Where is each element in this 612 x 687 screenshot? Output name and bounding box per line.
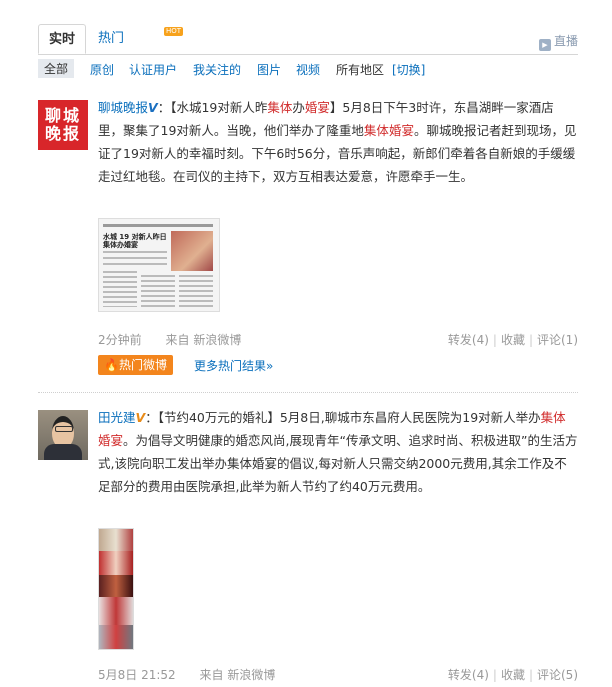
image-headline: 水城 19 对新人昨日集体办婚宴	[103, 233, 167, 249]
verified-icon: V	[135, 410, 146, 425]
post-meta: 5月8日 21:52 来自 新浪微博 转发(4) | 收藏 | 评论(5)	[98, 666, 578, 683]
filter-bar: 全部 原创 认证用户 我关注的 图片 视频 所有地区 [切换]	[38, 58, 578, 80]
favorite-button[interactable]: 收藏	[501, 668, 525, 682]
feed-tabs: 实时 热门 HOT ▶ 直播	[38, 24, 578, 55]
keyword-highlight: 集体	[363, 123, 389, 138]
filter-verified[interactable]: 认证用户	[129, 61, 177, 78]
username-link[interactable]: 聊城晚报	[98, 100, 148, 115]
forward-button[interactable]: 转发(4)	[448, 668, 489, 682]
comment-button[interactable]: 评论(5)	[537, 668, 578, 682]
post-text-part: ：【水城19对新人昨	[157, 100, 268, 115]
source-link[interactable]: 新浪微博	[193, 333, 241, 347]
hot-weibo-label: 热门微博	[118, 358, 167, 372]
play-icon: ▶	[538, 39, 551, 51]
divider	[38, 392, 578, 393]
hot-weibo-button[interactable]: 🔥热门微博	[98, 355, 173, 375]
post-text-part: ：【节约40万元的婚礼】5月8日,聊城市东昌府人民医院为19对新人举办	[145, 410, 541, 425]
post-text-part: 。为倡导文明健康的婚恋风尚,展现青年“传承文明、追求时尚、积极进取”的生活方式,…	[98, 433, 578, 494]
live-link[interactable]: ▶ 直播	[538, 32, 578, 51]
tab-realtime[interactable]: 实时	[38, 24, 86, 54]
avatar-logo-text: 聊城晚报	[45, 106, 82, 143]
filter-region: 所有地区	[336, 63, 385, 77]
post-time[interactable]: 5月8日 21:52	[98, 668, 176, 682]
divider: |	[492, 333, 497, 347]
flame-icon: 🔥	[104, 358, 119, 372]
forward-button[interactable]: 转发(4)	[448, 333, 489, 347]
divider: |	[528, 333, 533, 347]
username-link[interactable]: 田光建	[98, 410, 136, 425]
more-hot-results-link[interactable]: 更多热门结果»	[194, 357, 273, 374]
source-link[interactable]: 新浪微博	[227, 668, 275, 682]
keyword-highlight: 婚宴	[98, 433, 124, 448]
divider: |	[492, 668, 497, 682]
favorite-button[interactable]: 收藏	[501, 333, 525, 347]
filter-images[interactable]: 图片	[257, 61, 281, 78]
live-label: 直播	[553, 34, 578, 48]
post-text: 聊城晚报V：【水城19对新人昨集体办婚宴】5月8日下午3时许，东昌湖畔一家酒店里…	[98, 96, 578, 188]
filter-following[interactable]: 我关注的	[193, 61, 241, 78]
verified-icon: V	[148, 100, 158, 115]
filter-original[interactable]: 原创	[90, 61, 114, 78]
post-image-thumbnail[interactable]	[98, 528, 134, 650]
keyword-highlight: 集体	[540, 410, 566, 425]
tab-hot[interactable]: 热门	[98, 24, 124, 54]
filter-all[interactable]: 全部	[38, 59, 75, 78]
keyword-highlight: 婚宴	[304, 100, 330, 115]
post-image-thumbnail[interactable]: 水城 19 对新人昨日集体办婚宴	[98, 218, 220, 312]
source-prefix: 来自	[165, 333, 190, 347]
filter-videos[interactable]: 视频	[296, 61, 320, 78]
post-text-part: 办	[292, 100, 305, 115]
avatar[interactable]	[38, 410, 88, 460]
avatar[interactable]: 聊城晚报	[38, 100, 88, 150]
source-prefix: 来自	[199, 668, 224, 682]
post-time[interactable]: 2分钟前	[98, 333, 142, 347]
post-text: 田光建V：【节约40万元的婚礼】5月8日,聊城市东昌府人民医院为19对新人举办集…	[98, 406, 578, 498]
hot-badge: HOT	[164, 27, 184, 36]
filter-region-switch[interactable]: [切换]	[392, 61, 425, 78]
keyword-highlight: 集体	[267, 100, 293, 115]
divider: |	[528, 668, 533, 682]
post-meta: 2分钟前 来自 新浪微博 转发(4) | 收藏 | 评论(1)	[98, 331, 578, 348]
comment-button[interactable]: 评论(1)	[537, 333, 578, 347]
keyword-highlight: 婚宴	[388, 123, 414, 138]
